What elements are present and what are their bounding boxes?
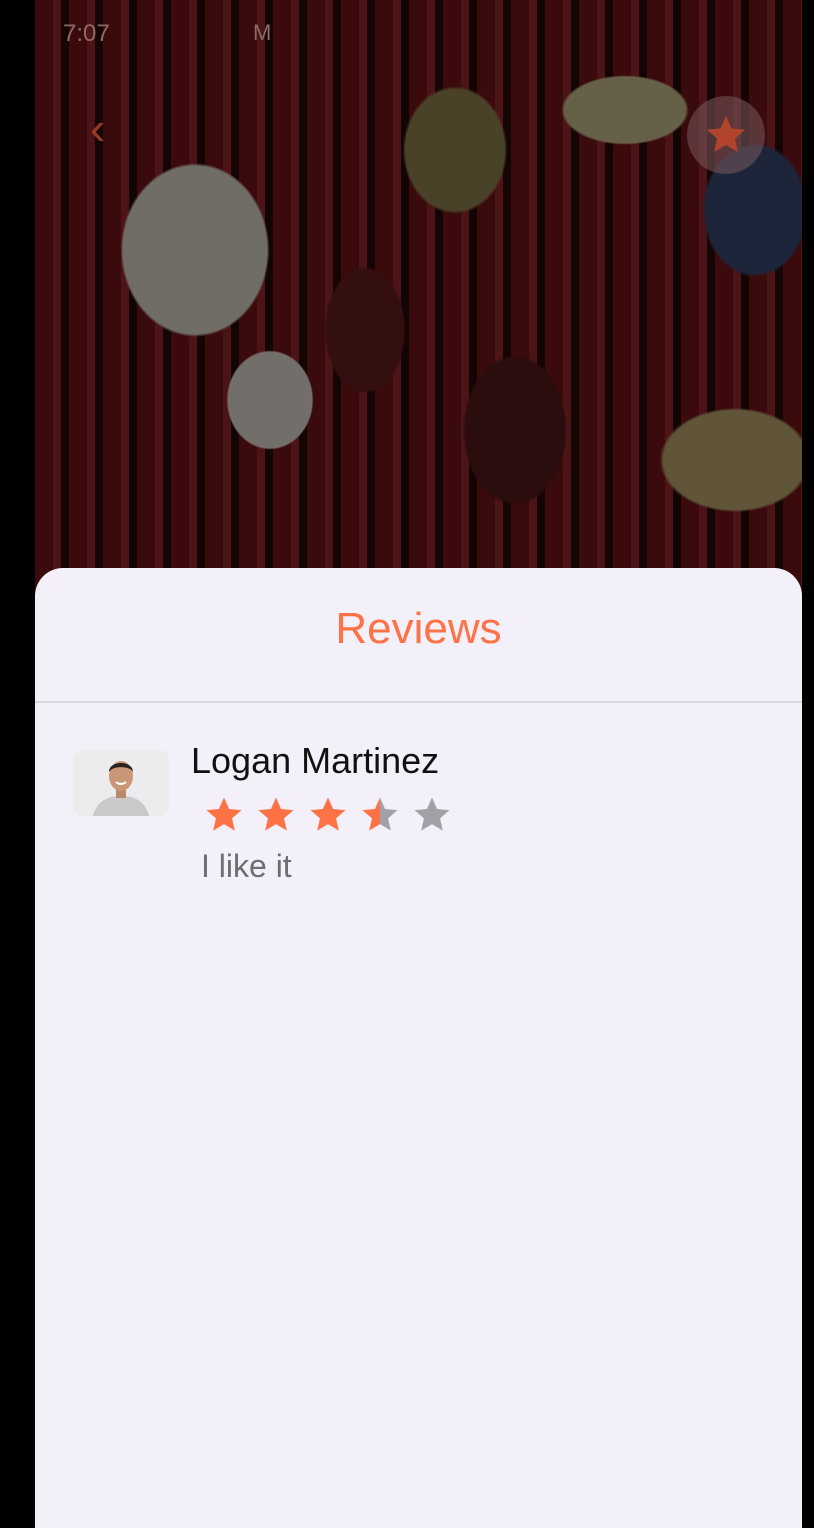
star-icon	[706, 115, 746, 153]
divider	[35, 701, 802, 703]
star-empty-icon	[414, 797, 450, 831]
favorite-button[interactable]	[687, 96, 765, 174]
reviews-sheet: Reviews Logan Martinez I like it	[35, 568, 802, 1528]
star-half-icon	[362, 797, 398, 831]
review-item: Logan Martinez I like it	[73, 738, 763, 898]
reviewer-name: Logan Martinez	[191, 740, 440, 781]
modal-scrim[interactable]	[35, 0, 802, 600]
gmail-icon: M	[253, 20, 272, 45]
back-button[interactable]: ‹	[90, 105, 130, 152]
avatar-image	[73, 750, 169, 816]
review-text: I like it	[201, 848, 292, 884]
status-time: 7:07	[63, 20, 110, 47]
star-rating	[201, 794, 461, 836]
chevron-left-icon: ‹	[90, 102, 106, 154]
star-full-icon	[310, 797, 346, 831]
reviews-title: Reviews	[335, 604, 502, 653]
star-full-icon	[206, 797, 242, 831]
star-full-icon	[258, 797, 294, 831]
avatar	[73, 750, 169, 816]
